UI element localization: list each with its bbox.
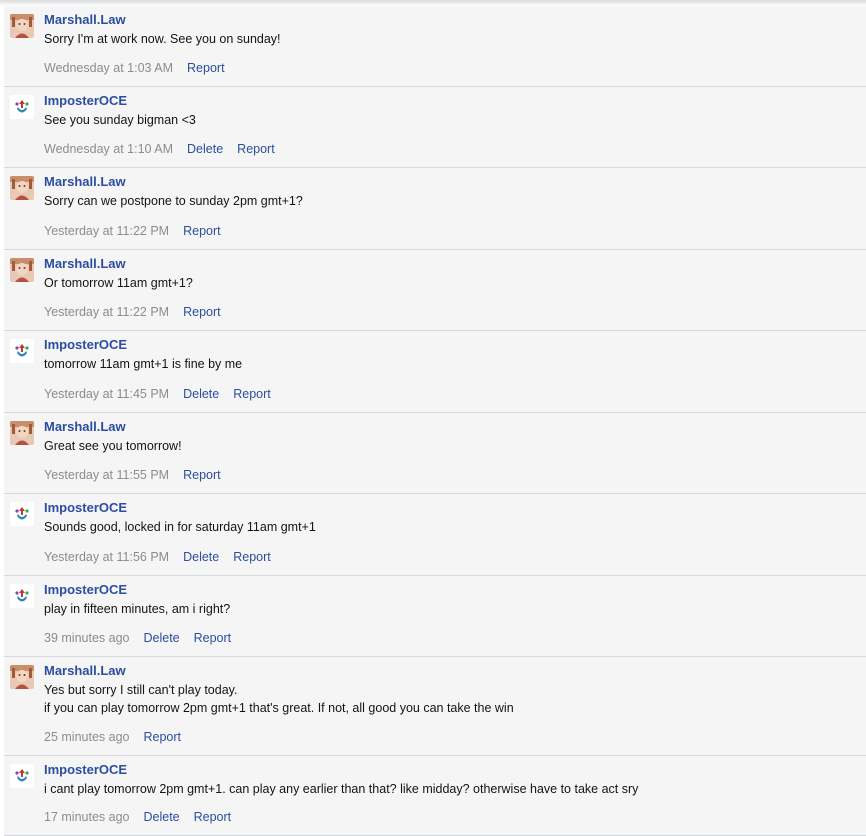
message-row: Marshall.Law Sorry can we postpone to sun… — [4, 168, 866, 250]
message-text: tomorrow 11am gmt+1 is fine by me — [44, 357, 243, 371]
delete-link[interactable]: Delete — [183, 550, 219, 564]
message-body: Marshall.Law Yes but sorry I still can't … — [44, 663, 858, 717]
message-body: ImposterOCE Sounds good, locked in for sa… — [44, 500, 858, 536]
avatar[interactable] — [10, 764, 34, 788]
message-body: ImposterOCE tomorrow 11am gmt+1 is fine b… — [44, 337, 858, 373]
delete-link[interactable]: Delete — [183, 387, 219, 401]
avatar[interactable] — [10, 584, 34, 608]
message-meta: Wednesday at 1:10 AM Delete Report — [44, 141, 289, 157]
message-meta: 25 minutes ago Report — [44, 729, 195, 745]
avatar[interactable] — [10, 421, 34, 445]
message-meta: 17 minutes ago Delete Report — [44, 809, 245, 825]
message-text: i cant play tomorrow 2pm gmt+1. can play… — [44, 782, 639, 796]
timestamp[interactable]: 39 minutes ago — [44, 631, 129, 645]
timestamp[interactable]: Wednesday at 1:10 AM — [44, 142, 173, 156]
author-link[interactable]: Marshall.Law — [44, 12, 858, 28]
author-link[interactable]: ImposterOCE — [44, 582, 858, 598]
avatar[interactable] — [10, 176, 34, 200]
report-link[interactable]: Report — [194, 810, 232, 824]
author-link[interactable]: Marshall.Law — [44, 663, 858, 679]
message-meta: 39 minutes ago Delete Report — [44, 630, 245, 646]
author-link[interactable]: ImposterOCE — [44, 762, 858, 778]
message-row: Marshall.Law Or tomorrow 11am gmt+1? Yeste… — [4, 250, 866, 331]
avatar[interactable] — [10, 502, 34, 526]
message-text: Great see you tomorrow! — [44, 439, 182, 453]
report-link[interactable]: Report — [187, 61, 225, 75]
avatar[interactable] — [10, 95, 34, 119]
message-meta: Yesterday at 11:45 PM Delete Report — [44, 386, 285, 402]
delete-link[interactable]: Delete — [187, 142, 223, 156]
message-text: Sorry can we postpone to sunday 2pm gmt+… — [44, 194, 303, 208]
message-text: See you sunday bigman <3 — [44, 113, 196, 127]
report-link[interactable]: Report — [143, 730, 181, 744]
message-row: ImposterOCE Sounds good, locked in for sa… — [4, 494, 866, 576]
message-text: play in fifteen minutes, am i right? — [44, 602, 231, 616]
timestamp[interactable]: Yesterday at 11:45 PM — [44, 387, 169, 401]
timestamp[interactable]: Yesterday at 11:22 PM — [44, 305, 169, 319]
message-row: ImposterOCE See you sunday bigman <3 Wedne… — [4, 87, 866, 168]
message-meta: Yesterday at 11:22 PM Report — [44, 304, 235, 320]
delete-link[interactable]: Delete — [143, 810, 179, 824]
timestamp[interactable]: Yesterday at 11:22 PM — [44, 224, 169, 238]
message-body: Marshall.Law Sorry can we postpone to sun… — [44, 174, 858, 210]
message-body: Marshall.Law Or tomorrow 11am gmt+1? — [44, 256, 858, 292]
message-body: ImposterOCE i cant play tomorrow 2pm gmt+… — [44, 762, 858, 798]
message-body: ImposterOCE See you sunday bigman <3 — [44, 93, 858, 129]
timestamp[interactable]: Yesterday at 11:55 PM — [44, 468, 169, 482]
author-link[interactable]: Marshall.Law — [44, 174, 858, 190]
author-link[interactable]: ImposterOCE — [44, 93, 858, 109]
author-link[interactable]: ImposterOCE — [44, 337, 858, 353]
message-row: ImposterOCE i cant play tomorrow 2pm gmt+… — [4, 756, 866, 836]
message-text: Sorry I'm at work now. See you on sunday… — [44, 32, 281, 46]
message-row: Marshall.Law Yes but sorry I still can't … — [4, 657, 866, 756]
message-text: if you can play tomorrow 2pm gmt+1 that'… — [44, 701, 514, 715]
message-body: Marshall.Law Great see you tomorrow! — [44, 419, 858, 455]
report-link[interactable]: Report — [183, 305, 221, 319]
delete-link[interactable]: Delete — [143, 631, 179, 645]
message-row: ImposterOCE play in fifteen minutes, am i… — [4, 576, 866, 657]
report-link[interactable]: Report — [194, 631, 232, 645]
timestamp[interactable]: 25 minutes ago — [44, 730, 129, 744]
message-text: Or tomorrow 11am gmt+1? — [44, 276, 193, 290]
report-link[interactable]: Report — [183, 224, 221, 238]
author-link[interactable]: ImposterOCE — [44, 500, 858, 516]
author-link[interactable]: Marshall.Law — [44, 256, 858, 272]
timestamp[interactable]: 17 minutes ago — [44, 810, 129, 824]
message-meta: Wednesday at 1:03 AM Report — [44, 60, 239, 76]
message-body: Marshall.Law Sorry I'm at work now. See y… — [44, 12, 858, 48]
avatar[interactable] — [10, 665, 34, 689]
message-body: ImposterOCE play in fifteen minutes, am i… — [44, 582, 858, 618]
message-meta: Yesterday at 11:22 PM Report — [44, 223, 235, 239]
report-link[interactable]: Report — [237, 142, 275, 156]
message-meta: Yesterday at 11:56 PM Delete Report — [44, 549, 285, 565]
report-link[interactable]: Report — [183, 468, 221, 482]
avatar[interactable] — [10, 258, 34, 282]
message-list: Marshall.Law Sorry I'm at work now. See y… — [4, 6, 866, 836]
avatar[interactable] — [10, 339, 34, 363]
author-link[interactable]: Marshall.Law — [44, 419, 858, 435]
message-text: Yes but sorry I still can't play today. — [44, 683, 238, 697]
report-link[interactable]: Report — [233, 387, 271, 401]
timestamp[interactable]: Wednesday at 1:03 AM — [44, 61, 173, 75]
message-meta: Yesterday at 11:55 PM Report — [44, 467, 235, 483]
message-text: Sounds good, locked in for saturday 11am… — [44, 520, 316, 534]
avatar[interactable] — [10, 14, 34, 38]
message-row: Marshall.Law Sorry I'm at work now. See y… — [4, 6, 866, 87]
message-row: Marshall.Law Great see you tomorrow! Yeste… — [4, 413, 866, 494]
report-link[interactable]: Report — [233, 550, 271, 564]
message-row: ImposterOCE tomorrow 11am gmt+1 is fine b… — [4, 331, 866, 413]
timestamp[interactable]: Yesterday at 11:56 PM — [44, 550, 169, 564]
